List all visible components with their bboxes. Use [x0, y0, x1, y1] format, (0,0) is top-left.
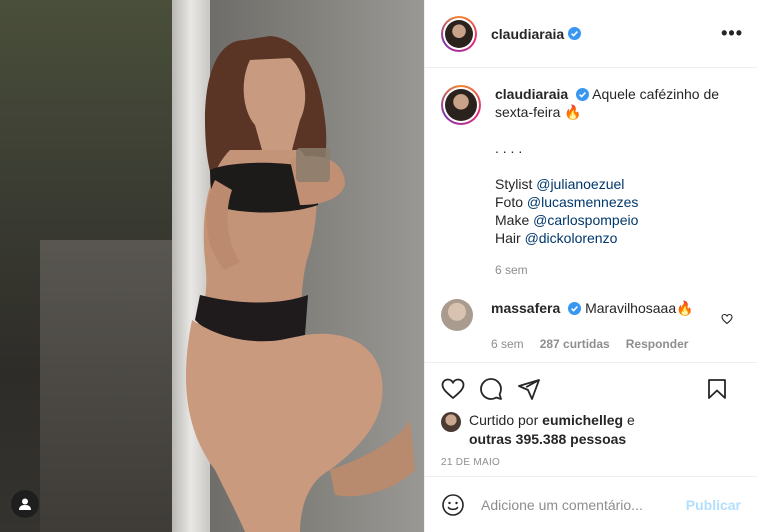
post-header: claudiaraia •••	[425, 0, 757, 68]
comment-input[interactable]	[481, 496, 671, 513]
commenter-avatar[interactable]	[441, 299, 473, 331]
commenter-username[interactable]: massafera	[491, 300, 560, 316]
credit-role: Stylist	[495, 176, 533, 192]
credit-mention[interactable]: @carlospompeio	[533, 212, 638, 228]
reply-button[interactable]: Responder	[626, 335, 689, 353]
bookmark-icon	[708, 379, 726, 399]
comment-icon	[480, 378, 502, 400]
caption-username[interactable]: claudiaraia	[495, 86, 568, 102]
comment-text: Maravilhosaaa🔥	[585, 300, 694, 316]
credit-line: Foto @lucasmennezes	[495, 193, 741, 211]
emoji-icon	[442, 493, 464, 516]
liker-avatar[interactable]	[441, 412, 461, 432]
caption-time[interactable]: 6 sem	[495, 261, 741, 279]
instagram-post: claudiaraia ••• claudiaraia Aquele caféz…	[0, 0, 757, 532]
likes-count-button[interactable]: outras 395.388 pessoas	[469, 431, 626, 447]
credit-line: Hair @dickolorenzo	[495, 229, 741, 247]
credit-role: Foto	[495, 194, 524, 210]
comment-body: massafera Maravilhosaaa🔥 6 sem 287 curti…	[491, 299, 711, 353]
credit-role: Hair	[495, 230, 521, 246]
post-date[interactable]: 21 DE MAIO	[441, 457, 743, 468]
credit-mention[interactable]: @lucasmennezes	[527, 194, 639, 210]
caption-avatar[interactable]	[441, 85, 481, 125]
author-username[interactable]: claudiaraia	[491, 26, 564, 42]
comment-button[interactable]	[479, 377, 503, 401]
post-sidebar: claudiaraia ••• claudiaraia Aquele caféz…	[424, 0, 757, 532]
credit-line: Make @carlospompeio	[495, 211, 741, 229]
likes-prefix: Curtido por	[469, 412, 539, 428]
caption-dots: . . . .	[495, 140, 523, 156]
publish-button[interactable]: Publicar	[686, 497, 741, 513]
user-icon	[19, 498, 31, 510]
credit-line: Stylist @julianoezuel	[495, 175, 741, 193]
caption-body: claudiaraia Aquele cafézinho de sexta-fe…	[495, 85, 741, 279]
credit-mention[interactable]: @dickolorenzo	[525, 230, 618, 246]
save-button[interactable]	[705, 377, 729, 401]
more-options-button[interactable]: •••	[721, 23, 743, 44]
likes-joiner: e	[626, 412, 635, 428]
likes-text: Curtido por eumichelleg e outras 395.388…	[469, 411, 635, 449]
like-button[interactable]	[441, 377, 465, 401]
photo-figure	[185, 36, 415, 532]
action-icons	[441, 363, 743, 411]
add-comment-bar: Publicar	[425, 476, 757, 532]
post-photo[interactable]	[0, 0, 424, 532]
liker-username[interactable]: eumichelleg	[542, 412, 623, 428]
comment-meta: 6 sem 287 curtidas Responder	[491, 335, 711, 353]
heart-icon	[441, 378, 465, 400]
comment-item: massafera Maravilhosaaa🔥 6 sem 287 curti…	[441, 299, 741, 353]
like-comment-heart-icon[interactable]	[721, 313, 733, 325]
comment-time[interactable]: 6 sem	[491, 335, 524, 353]
verified-icon	[568, 27, 582, 40]
share-icon	[518, 379, 540, 400]
comments-section: claudiaraia Aquele cafézinho de sexta-fe…	[425, 69, 757, 362]
author-avatar[interactable]	[441, 15, 477, 52]
comment-likes[interactable]: 287 curtidas	[540, 335, 610, 353]
verified-icon	[568, 302, 582, 315]
emoji-button[interactable]	[441, 493, 465, 517]
tagged-users-button[interactable]	[11, 490, 39, 518]
share-button[interactable]	[517, 377, 541, 401]
credit-mention[interactable]: @julianoezuel	[536, 176, 624, 192]
caption: claudiaraia Aquele cafézinho de sexta-fe…	[441, 85, 741, 279]
verified-icon	[576, 88, 590, 101]
likes-summary: Curtido por eumichelleg e outras 395.388…	[441, 411, 743, 449]
credit-role: Make	[495, 212, 530, 228]
